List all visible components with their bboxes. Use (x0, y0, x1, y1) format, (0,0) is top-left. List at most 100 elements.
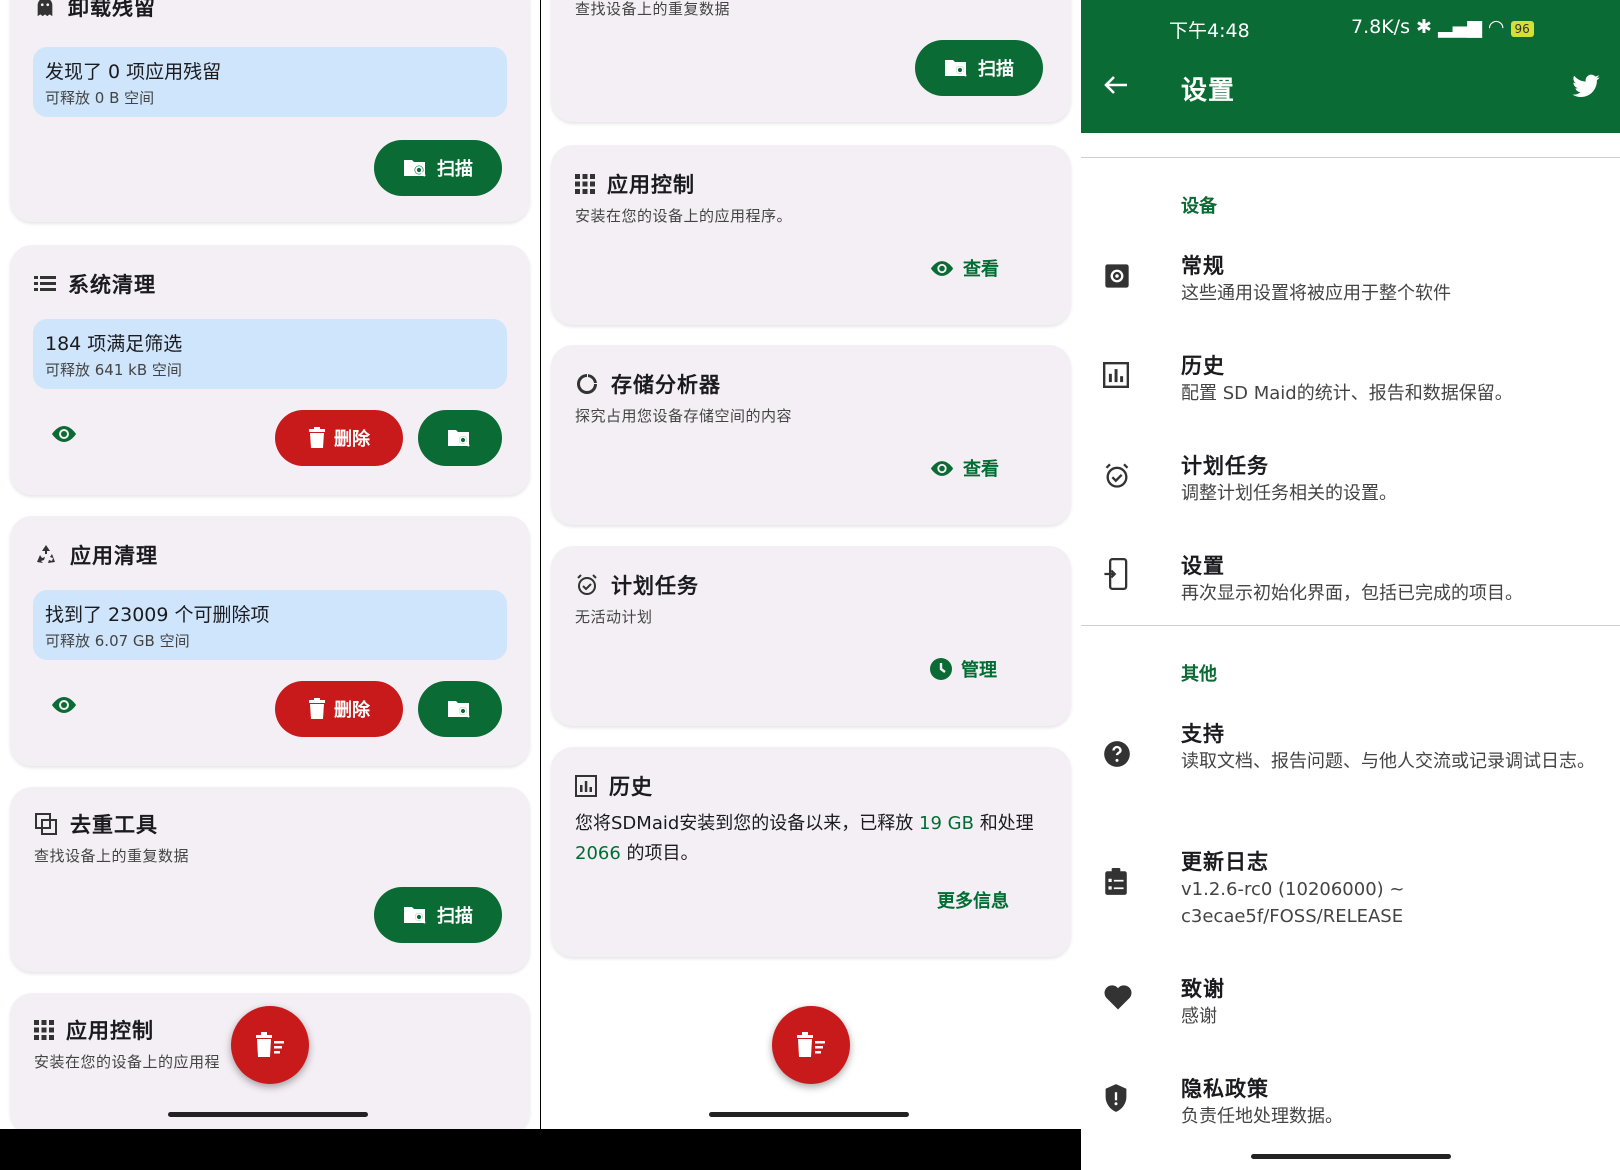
donut-icon (575, 372, 599, 396)
eye-icon (929, 260, 955, 277)
info-main: 发现了 0 项应用残留 (45, 61, 222, 83)
setting-desc: 这些通用设置将被应用于整个软件 (1181, 283, 1451, 304)
setting-desc: 感谢 (1181, 1006, 1217, 1027)
card-uninstall-leftovers: 卸载残留 发现了 0 项应用残留 可释放 0 B 空间 扫描 (10, 0, 530, 222)
setting-privacy[interactable]: 隐私政策 负责任地处理数据。 (1081, 1073, 1620, 1153)
trash-icon (308, 698, 326, 720)
chart-icon (575, 775, 597, 797)
setting-title: 常规 (1181, 254, 1225, 278)
delete-label: 删除 (334, 429, 370, 450)
trash-list-icon (796, 1032, 826, 1058)
info-box: 发现了 0 项应用残留 可释放 0 B 空间 (33, 47, 507, 117)
clean-all-fab[interactable] (772, 1006, 850, 1084)
changelog-icon (1103, 868, 1129, 896)
section-device: 设备 (1181, 196, 1217, 217)
view-button[interactable]: 查看 (929, 455, 999, 481)
folder-search-icon (447, 698, 473, 720)
setting-desc: 再次显示初始化界面，包括已完成的项目。 (1181, 583, 1523, 604)
scan-button[interactable] (418, 681, 502, 737)
setting-history[interactable]: 历史 配置 SD Maid的统计、报告和数据保留。 (1081, 350, 1620, 430)
info-main: 找到了 23009 个可删除项 (45, 604, 270, 626)
card-subtitle: 安装在您的设备上的应用程序。 (575, 207, 793, 225)
folder-search-icon (447, 427, 473, 449)
clean-all-fab[interactable] (231, 1006, 309, 1084)
setting-desc: 调整计划任务相关的设置。 (1181, 483, 1397, 504)
scan-button[interactable] (418, 410, 502, 466)
eye-icon[interactable] (50, 425, 78, 443)
card-subtitle: 探究占用您设备存储空间的内容 (575, 407, 793, 425)
setting-setup[interactable]: 设置 再次显示初始化界面，包括已完成的项目。 (1081, 550, 1620, 630)
setting-desc: 配置 SD Maid的统计、报告和数据保留。 (1181, 383, 1513, 404)
setting-title: 支持 (1181, 722, 1225, 746)
scan-button[interactable]: 扫描 (374, 887, 502, 943)
info-sub: 可释放 641 kB 空间 (45, 361, 182, 379)
delete-button[interactable]: 删除 (275, 410, 403, 466)
dashboard-panel-middle: 查找设备上的重复数据 扫描 应用控制 安装在您的设备上的应用程序。 查看 存储分… (541, 0, 1081, 1170)
gesture-bar[interactable] (168, 1112, 368, 1117)
scan-button[interactable]: 扫描 (374, 140, 502, 196)
card-subtitle: 查找设备上的重复数据 (575, 0, 731, 18)
clock-icon (929, 657, 953, 681)
scan-label: 扫描 (978, 59, 1014, 80)
back-arrow-icon[interactable] (1103, 74, 1129, 96)
card-deduplicator: 去重工具 查找设备上的重复数据 扫描 (10, 787, 530, 972)
scan-label: 扫描 (437, 906, 473, 927)
scan-button[interactable]: 扫描 (915, 40, 1043, 96)
delete-button[interactable]: 删除 (275, 681, 403, 737)
folder-search-icon (944, 57, 970, 79)
eye-icon[interactable] (50, 696, 78, 714)
info-box: 找到了 23009 个可删除项 可释放 6.07 GB 空间 (33, 590, 507, 660)
divider (1081, 157, 1620, 158)
status-icons: 7.8K/s ✱ ▂▄▆ ◠ 96 (1351, 16, 1534, 38)
card-title: 应用控制 (66, 1019, 154, 1043)
card-subtitle: 查找设备上的重复数据 (34, 847, 190, 865)
manage-button[interactable]: 管理 (929, 656, 997, 682)
setting-desc: v1.2.6-rc0 (10206000) ~ c3ecae5f/FOSS/RE… (1181, 879, 1405, 927)
signal-icon: ▂▄▆ (1438, 16, 1482, 38)
phone-setup-icon (1103, 558, 1131, 590)
gear-icon (1103, 262, 1131, 290)
setting-changelog[interactable]: 更新日志 v1.2.6-rc0 (10206000) ~ c3ecae5f/FO… (1081, 846, 1620, 946)
card-title: 应用控制 (607, 173, 695, 197)
network-speed: 7.8K/s (1351, 16, 1410, 38)
setting-title: 计划任务 (1181, 454, 1269, 478)
history-text-2: 和处理 (979, 813, 1034, 834)
help-icon (1103, 740, 1131, 768)
trash-icon (308, 427, 326, 449)
card-app-control: 应用控制 安装在您的设备上的应用程序。 查看 (551, 145, 1071, 325)
gesture-bar[interactable] (709, 1112, 909, 1117)
view-button[interactable]: 查看 (929, 255, 999, 281)
bottom-black-bar (541, 1129, 1081, 1170)
recycle-icon (34, 543, 58, 567)
dashboard-panel-left: 卸载残留 发现了 0 项应用残留 可释放 0 B 空间 扫描 系统清理 184 … (0, 0, 540, 1170)
card-scheduler: 计划任务 无活动计划 管理 (551, 546, 1071, 726)
gesture-bar[interactable] (1251, 1154, 1451, 1159)
setting-thanks[interactable]: 致谢 感谢 (1081, 973, 1620, 1053)
card-storage-analyzer: 存储分析器 探究占用您设备存储空间的内容 查看 (551, 345, 1071, 525)
duplicate-icon (34, 812, 58, 836)
trash-list-icon (255, 1032, 285, 1058)
more-info-button[interactable]: 更多信息 (937, 887, 1009, 913)
grid-icon (34, 1020, 54, 1040)
grid-icon (575, 174, 595, 194)
alarm-icon (575, 573, 599, 597)
app-bar: 下午4:48 7.8K/s ✱ ▂▄▆ ◠ 96 设置 (1081, 0, 1620, 133)
bluetooth-icon: ✱ (1416, 16, 1432, 38)
alarm-check-icon (1103, 462, 1131, 490)
setting-desc: 读取文档、报告问题、与他人交流或记录调试日志。 (1181, 751, 1595, 772)
setting-scheduler[interactable]: 计划任务 调整计划任务相关的设置。 (1081, 450, 1620, 530)
card-deduplicator: 查找设备上的重复数据 扫描 (551, 0, 1071, 122)
setting-support[interactable]: 支持 读取文档、报告问题、与他人交流或记录调试日志。 (1081, 718, 1620, 818)
setting-general[interactable]: 常规 这些通用设置将被应用于整个软件 (1081, 250, 1620, 330)
card-subtitle: 无活动计划 (575, 608, 653, 626)
eye-icon (929, 460, 955, 477)
folder-search-icon (403, 904, 429, 926)
setting-title: 历史 (1181, 354, 1225, 378)
info-main: 184 项满足筛选 (45, 333, 183, 355)
card-title: 去重工具 (70, 813, 158, 837)
card-history: 历史 您将SDMaid安装到您的设备以来，已释放 19 GB 和处理 2066 … (551, 747, 1071, 957)
setting-title: 致谢 (1181, 977, 1225, 1001)
history-text-3: 的项目。 (626, 843, 699, 864)
twitter-icon[interactable] (1571, 74, 1601, 100)
chart-icon (1103, 362, 1129, 388)
